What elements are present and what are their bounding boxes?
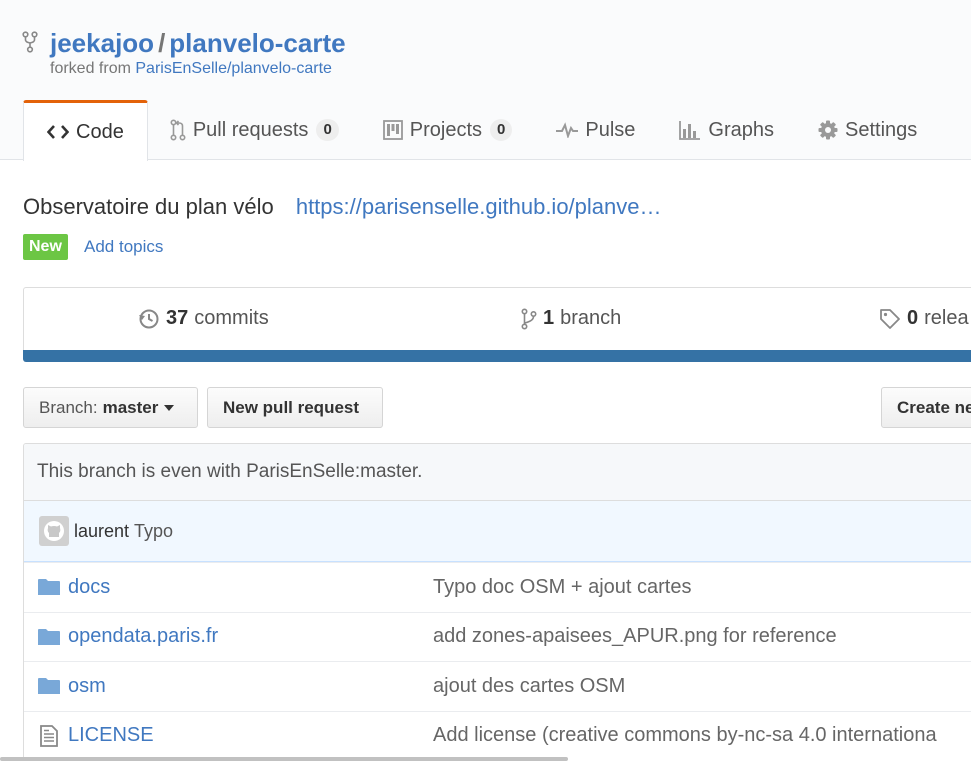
create-new-file-button[interactable]: Create ne: [881, 387, 971, 428]
new-badge: New: [23, 234, 68, 260]
add-topics-link[interactable]: Add topics: [84, 237, 163, 257]
file-row[interactable]: opendata.paris.fr add zones-apaisees_APU…: [24, 611, 971, 662]
branch-select-button[interactable]: Branch: master: [23, 387, 198, 428]
tab-pulse[interactable]: Pulse: [534, 100, 657, 160]
tab-pull-requests[interactable]: Pull requests 0: [148, 100, 361, 160]
tab-code[interactable]: Code: [23, 100, 148, 161]
file-name-link[interactable]: opendata.paris.fr: [68, 625, 218, 648]
tab-code-label: Code: [76, 120, 124, 143]
folder-icon: [38, 628, 60, 651]
tab-settings-label: Settings: [845, 118, 918, 141]
pull-request-icon: [170, 119, 186, 141]
caret-down-icon: [164, 404, 175, 411]
file-text-icon: [40, 724, 58, 752]
forked-from-line: forked from ParisEnSelle/planvelo-carte: [50, 60, 332, 78]
pulse-icon: [556, 122, 579, 138]
repo-title: jeekajoo / planvelo-carte: [50, 27, 346, 59]
branches-label: branch: [560, 307, 622, 329]
repo-name-link[interactable]: planvelo-carte: [169, 28, 345, 58]
repo-forked-icon: [22, 31, 38, 53]
tab-pull-requests-label: Pull requests: [192, 118, 309, 141]
commits-count: 37: [166, 307, 189, 329]
github-octocat-icon: [44, 521, 64, 541]
commits-label: commits: [194, 307, 269, 329]
file-commit-message[interactable]: add zones-apaisees_APUR.png for referenc…: [433, 625, 837, 648]
new-pull-request-button[interactable]: New pull request: [207, 387, 383, 428]
folder-icon: [38, 677, 60, 700]
tag-icon: [879, 308, 901, 330]
repo-description: Observatoire du plan vélo https://parise…: [23, 194, 662, 220]
repo-description-text: Observatoire du plan vélo: [23, 194, 274, 219]
commit-author-link[interactable]: laurent: [74, 521, 129, 542]
branch-status-text: This branch is even with ParisEnSelle:ma…: [37, 461, 423, 482]
releases-label: relea: [924, 307, 969, 329]
repo-nav-tabs: Code Pull requests 0 Projects 0 Pulse Gr…: [23, 100, 939, 161]
releases-count: 0: [907, 307, 919, 329]
file-name-link[interactable]: LICENSE: [68, 724, 154, 747]
avatar[interactable]: [39, 516, 69, 546]
new-pull-request-label: New pull request: [223, 397, 360, 417]
repo-homepage-link[interactable]: https://parisenselle.github.io/planve…: [296, 194, 662, 219]
file-row[interactable]: osm ajout des cartes OSM: [24, 661, 971, 711]
branch-select-prefix: Branch:: [39, 397, 98, 417]
history-icon: [138, 308, 160, 330]
graph-icon: [679, 120, 701, 140]
code-icon: [47, 124, 69, 140]
tab-graphs[interactable]: Graphs: [657, 100, 796, 160]
language-bar[interactable]: [23, 350, 971, 362]
repo-header: jeekajoo / planvelo-carte forked from Pari…: [0, 0, 971, 161]
numbers-summary: 37 commits 1 branch 0 relea: [23, 287, 971, 351]
horizontal-scrollbar[interactable]: [0, 757, 568, 761]
tab-graphs-label: Graphs: [708, 118, 774, 141]
file-name-link[interactable]: osm: [68, 675, 106, 698]
branch-select-value: master: [102, 397, 159, 417]
branches-link[interactable]: 1 branch: [521, 307, 621, 330]
folder-icon: [38, 578, 60, 601]
commits-link[interactable]: 37 commits: [138, 307, 269, 330]
commit-message-link[interactable]: Typo: [134, 521, 173, 542]
create-new-file-label: Create ne: [897, 397, 971, 417]
file-commit-message[interactable]: Typo doc OSM + ajout cartes: [433, 576, 691, 599]
forked-from-prefix: forked from: [50, 60, 131, 77]
file-row[interactable]: LICENSE Add license (creative commons by…: [24, 710, 971, 761]
tab-projects[interactable]: Projects 0: [361, 100, 535, 160]
releases-link[interactable]: 0 relea: [879, 307, 969, 330]
repo-owner-link[interactable]: jeekajoo: [50, 28, 154, 58]
pull-requests-counter: 0: [316, 119, 339, 141]
branch-icon: [521, 307, 537, 330]
forked-source-link[interactable]: ParisEnSelle/planvelo-carte: [135, 60, 332, 77]
projects-counter: 0: [490, 119, 513, 141]
file-name-link[interactable]: docs: [68, 576, 110, 599]
branches-count: 1: [543, 307, 555, 329]
tab-projects-label: Projects: [409, 118, 483, 141]
repo-title-separator: /: [158, 28, 166, 58]
latest-commit-bar: laurent Typo: [24, 501, 971, 562]
branch-status-bar: This branch is even with ParisEnSelle:ma…: [24, 444, 971, 501]
project-icon: [382, 120, 403, 140]
file-commit-message[interactable]: ajout des cartes OSM: [433, 675, 625, 698]
gear-icon: [818, 120, 838, 140]
tab-settings[interactable]: Settings: [796, 100, 939, 160]
file-navigation: This branch is even with ParisEnSelle:ma…: [23, 443, 971, 761]
tab-pulse-label: Pulse: [585, 118, 636, 141]
file-commit-message[interactable]: Add license (creative commons by-nc-sa 4…: [433, 724, 937, 747]
file-row[interactable]: docs Typo doc OSM + ajout cartes: [24, 562, 971, 612]
